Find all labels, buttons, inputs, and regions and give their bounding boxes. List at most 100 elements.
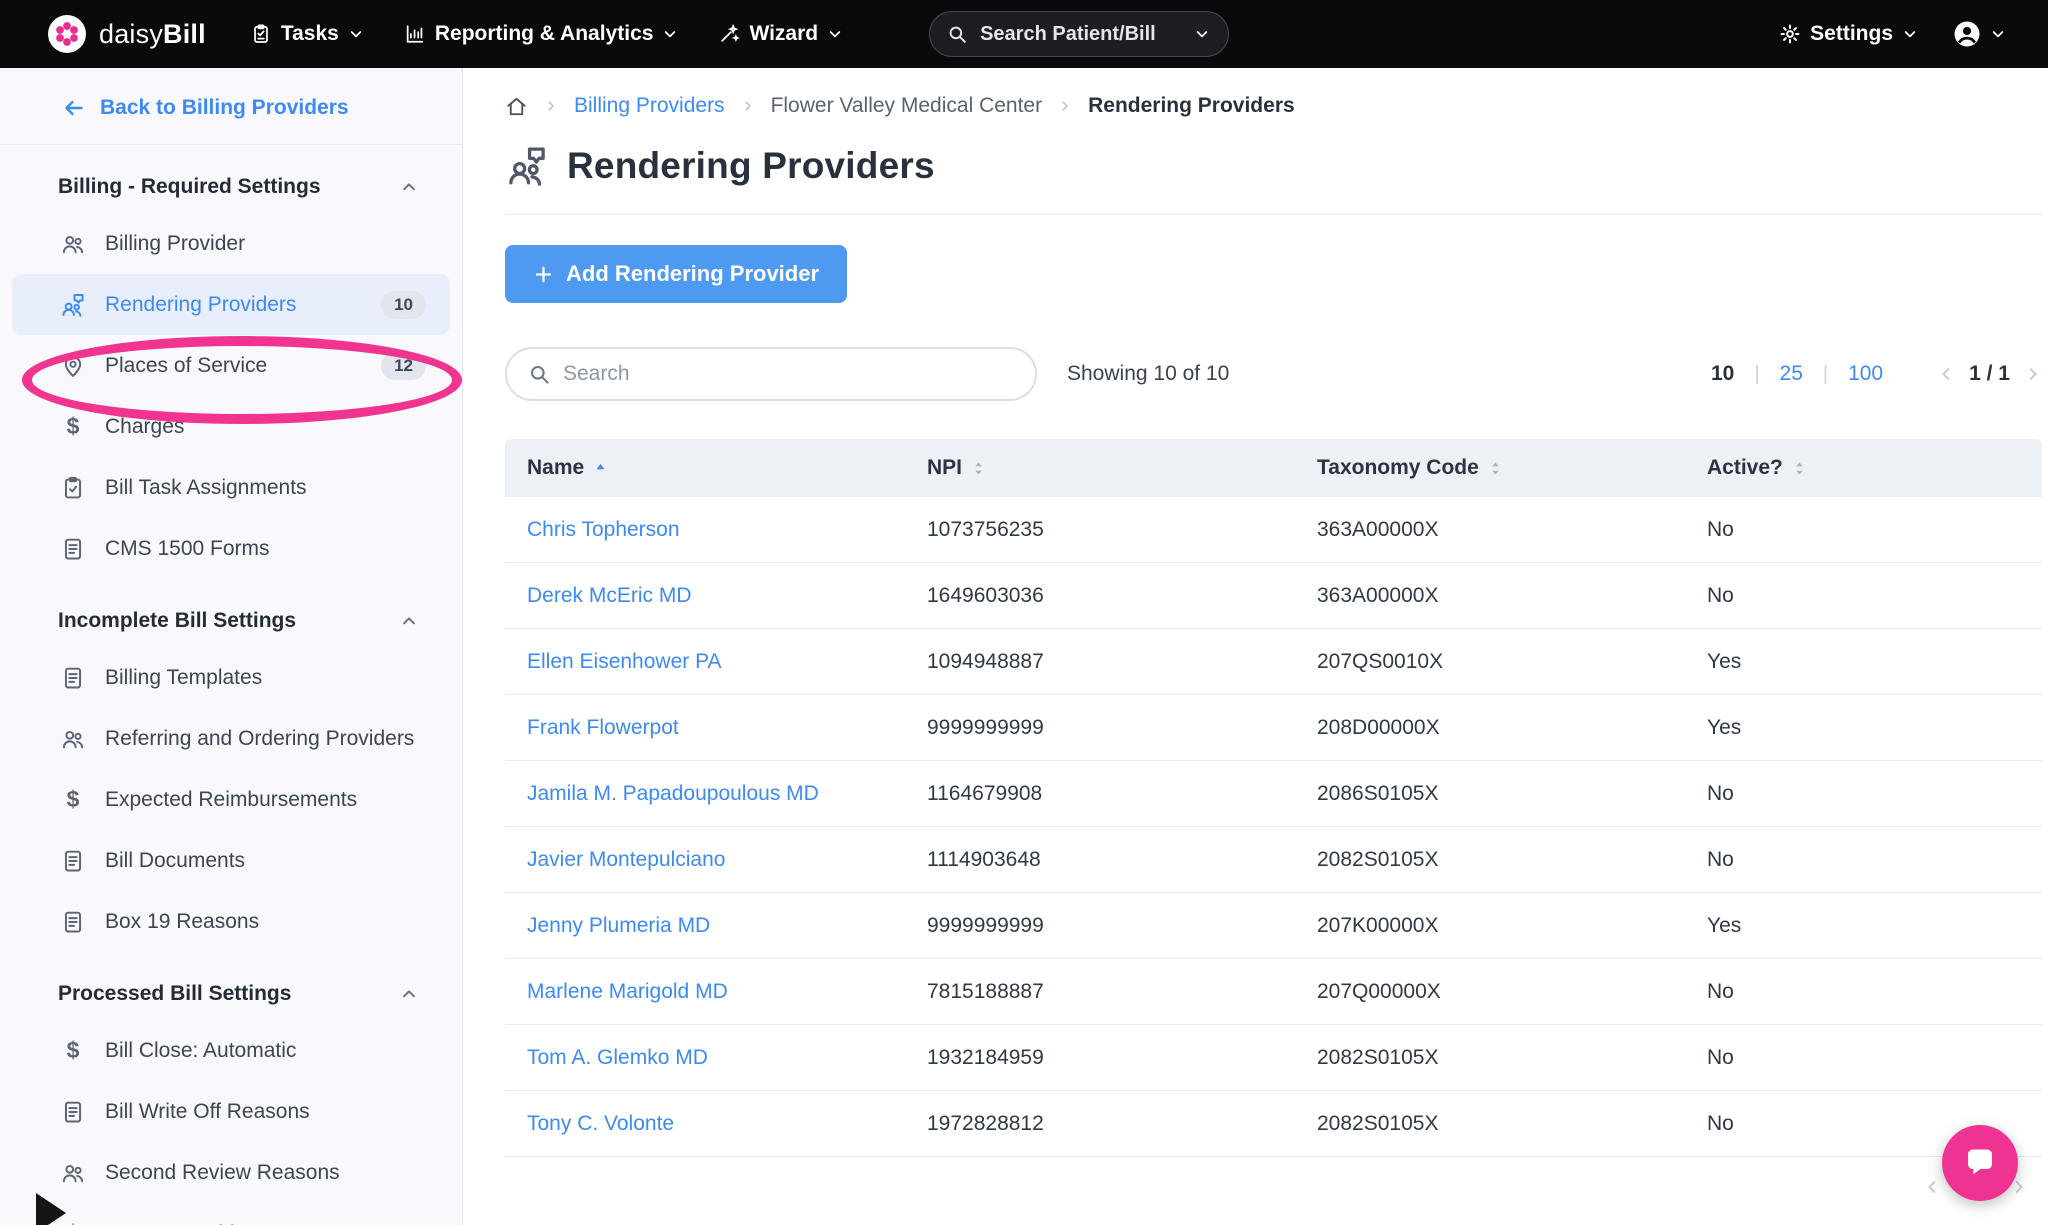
count-badge: 12 xyxy=(381,352,426,380)
arrow-left-icon xyxy=(62,96,86,120)
page-indicator: 1 / 1 xyxy=(1969,362,2010,386)
provider-name-link[interactable]: Derek McEric MD xyxy=(527,584,692,607)
provider-name-link[interactable]: Frank Flowerpot xyxy=(527,716,679,739)
section-header-processed-bill[interactable]: Processed Bill Settings xyxy=(0,976,462,1012)
active-cell: No xyxy=(1685,1046,2042,1070)
chevron-down-icon xyxy=(1902,26,1918,42)
section-header-incomplete-bill[interactable]: Incomplete Bill Settings xyxy=(0,603,462,639)
sidebar-item-rendering-providers[interactable]: Rendering Providers 10 xyxy=(12,274,450,335)
breadcrumb: Billing Providers Flower Valley Medical … xyxy=(505,94,2042,118)
chevron-right-icon xyxy=(1058,99,1072,113)
page-size-100[interactable]: 100 xyxy=(1848,362,1883,386)
settings-sidebar: Back to Billing Providers Billing - Requ… xyxy=(0,68,463,1225)
table-toolbar: Showing 10 of 10 10 | 25 | 100 1 / 1 xyxy=(505,347,2042,401)
clipboard-icon xyxy=(60,475,86,501)
search-input[interactable] xyxy=(563,362,1015,386)
sort-ascending-icon xyxy=(592,460,609,477)
provider-name-link[interactable]: Jamila M. Papadoupoulous MD xyxy=(527,782,819,805)
nav-wizard[interactable]: Wizard xyxy=(718,22,843,46)
nav-reporting-analytics[interactable]: Reporting & Analytics xyxy=(404,22,679,46)
page-size-10[interactable]: 10 xyxy=(1711,362,1734,386)
provider-name-link[interactable]: Chris Topherson xyxy=(527,518,680,541)
provider-name-link[interactable]: Tony C. Volonte xyxy=(527,1112,674,1135)
sidebar-item-places-of-service[interactable]: Places of Service 12 xyxy=(12,335,450,396)
chevron-left-icon[interactable] xyxy=(1937,365,1955,383)
sidebar-item-box-19-reasons[interactable]: Box 19 Reasons xyxy=(12,891,450,952)
search-icon xyxy=(946,23,968,45)
npi-cell: 1972828812 xyxy=(905,1112,1295,1136)
breadcrumb-billing-providers[interactable]: Billing Providers xyxy=(574,94,725,118)
provider-name-link[interactable]: Marlene Marigold MD xyxy=(527,980,728,1003)
taxonomy-cell: 207K00000X xyxy=(1295,914,1685,938)
taxonomy-cell: 363A00000X xyxy=(1295,518,1685,542)
table-row: Derek McEric MD 1649603036 363A00000X No xyxy=(505,563,2042,629)
patient-bill-search[interactable]: Search Patient/Bill xyxy=(929,11,1229,57)
nav-tasks[interactable]: Tasks xyxy=(250,22,364,46)
sidebar-item-second-review-reasons[interactable]: Second Review Reasons xyxy=(12,1142,450,1203)
sidebar-item-bill-documents[interactable]: Bill Documents xyxy=(12,830,450,891)
play-cursor-artifact xyxy=(36,1193,66,1225)
document-icon xyxy=(60,665,86,691)
table-row: Chris Topherson 1073756235 363A00000X No xyxy=(505,497,2042,563)
users-icon xyxy=(60,726,86,752)
dollar-icon: $ xyxy=(60,1037,86,1064)
active-cell: Yes xyxy=(1685,914,2042,938)
sidebar-item-bill-write-off-reasons[interactable]: Bill Write Off Reasons xyxy=(12,1081,450,1142)
provider-name-link[interactable]: Ellen Eisenhower PA xyxy=(527,650,722,673)
users-icon xyxy=(60,231,86,257)
section-header-billing-required[interactable]: Billing - Required Settings xyxy=(0,169,462,205)
providers-table: Name NPI Taxonomy Code Active? Chris Top xyxy=(505,439,2042,1157)
chevron-up-icon xyxy=(400,612,418,630)
chevron-left-icon[interactable] xyxy=(1923,1178,1941,1196)
sidebar-item-charges[interactable]: $ Charges xyxy=(12,396,450,457)
taxonomy-cell: 363A00000X xyxy=(1295,584,1685,608)
npi-cell: 7815188887 xyxy=(905,980,1295,1004)
sidebar-item-bill-close-automatic[interactable]: $ Bill Close: Automatic xyxy=(12,1020,450,1081)
table-row: Javier Montepulciano 1114903648 2082S010… xyxy=(505,827,2042,893)
sidebar-item-billing-templates[interactable]: Billing Templates xyxy=(12,647,450,708)
chevron-right-icon xyxy=(544,99,558,113)
chevron-down-icon xyxy=(348,26,364,42)
provider-name-link[interactable]: Javier Montepulciano xyxy=(527,848,725,871)
chevron-down-icon xyxy=(1990,26,2006,42)
sidebar-item-expected-reimbursements[interactable]: $ Expected Reimbursements xyxy=(12,769,450,830)
sort-icon xyxy=(1791,460,1808,477)
active-cell: Yes xyxy=(1685,716,2042,740)
npi-cell: 1649603036 xyxy=(905,584,1295,608)
table-row: Ellen Eisenhower PA 1094948887 207QS0010… xyxy=(505,629,2042,695)
rendering-providers-icon xyxy=(505,144,549,188)
sidebar-item-billing-provider[interactable]: Billing Provider xyxy=(12,213,450,274)
nav-settings[interactable]: Settings xyxy=(1779,22,1918,46)
user-menu[interactable] xyxy=(1952,19,2006,49)
chevron-up-icon xyxy=(400,178,418,196)
sidebar-item-referring-ordering-providers[interactable]: Referring and Ordering Providers xyxy=(12,708,450,769)
wand-icon xyxy=(718,23,740,45)
top-nav: daisyBill Tasks Reporting & Analytics Wi… xyxy=(0,0,2048,68)
plus-icon xyxy=(533,264,554,285)
tasks-icon xyxy=(250,23,272,45)
header-name[interactable]: Name xyxy=(505,456,905,480)
back-to-billing-providers-link[interactable]: Back to Billing Providers xyxy=(0,72,462,145)
top-pagination: 1 / 1 xyxy=(1937,362,2042,386)
home-icon[interactable] xyxy=(505,95,528,118)
provider-name-link[interactable]: Jenny Plumeria MD xyxy=(527,914,710,937)
provider-name-link[interactable]: Tom A. Glemko MD xyxy=(527,1046,708,1069)
chevron-right-icon[interactable] xyxy=(2024,365,2042,383)
chat-launcher-button[interactable] xyxy=(1942,1125,2018,1201)
header-taxonomy-code[interactable]: Taxonomy Code xyxy=(1295,456,1685,480)
add-rendering-provider-button[interactable]: Add Rendering Provider xyxy=(505,245,847,303)
brand[interactable]: daisyBill xyxy=(48,15,206,53)
section-processed-bill-settings: Processed Bill Settings $ Bill Close: Au… xyxy=(0,976,462,1225)
header-npi[interactable]: NPI xyxy=(905,456,1295,480)
header-active[interactable]: Active? xyxy=(1685,456,2042,480)
sidebar-item-bill-task-assignments[interactable]: Bill Task Assignments xyxy=(12,457,450,518)
sidebar-item-cms-1500-forms[interactable]: CMS 1500 Forms xyxy=(12,518,450,579)
section-incomplete-bill-settings: Incomplete Bill Settings Billing Templat… xyxy=(0,603,462,952)
npi-cell: 1932184959 xyxy=(905,1046,1295,1070)
separator: | xyxy=(1823,363,1828,386)
npi-cell: 9999999999 xyxy=(905,716,1295,740)
sidebar-item-payment-void-reasons[interactable]: $ Payment Void Reasons xyxy=(12,1203,450,1225)
taxonomy-cell: 2082S0105X xyxy=(1295,848,1685,872)
page-size-25[interactable]: 25 xyxy=(1780,362,1803,386)
document-icon xyxy=(60,1099,86,1125)
